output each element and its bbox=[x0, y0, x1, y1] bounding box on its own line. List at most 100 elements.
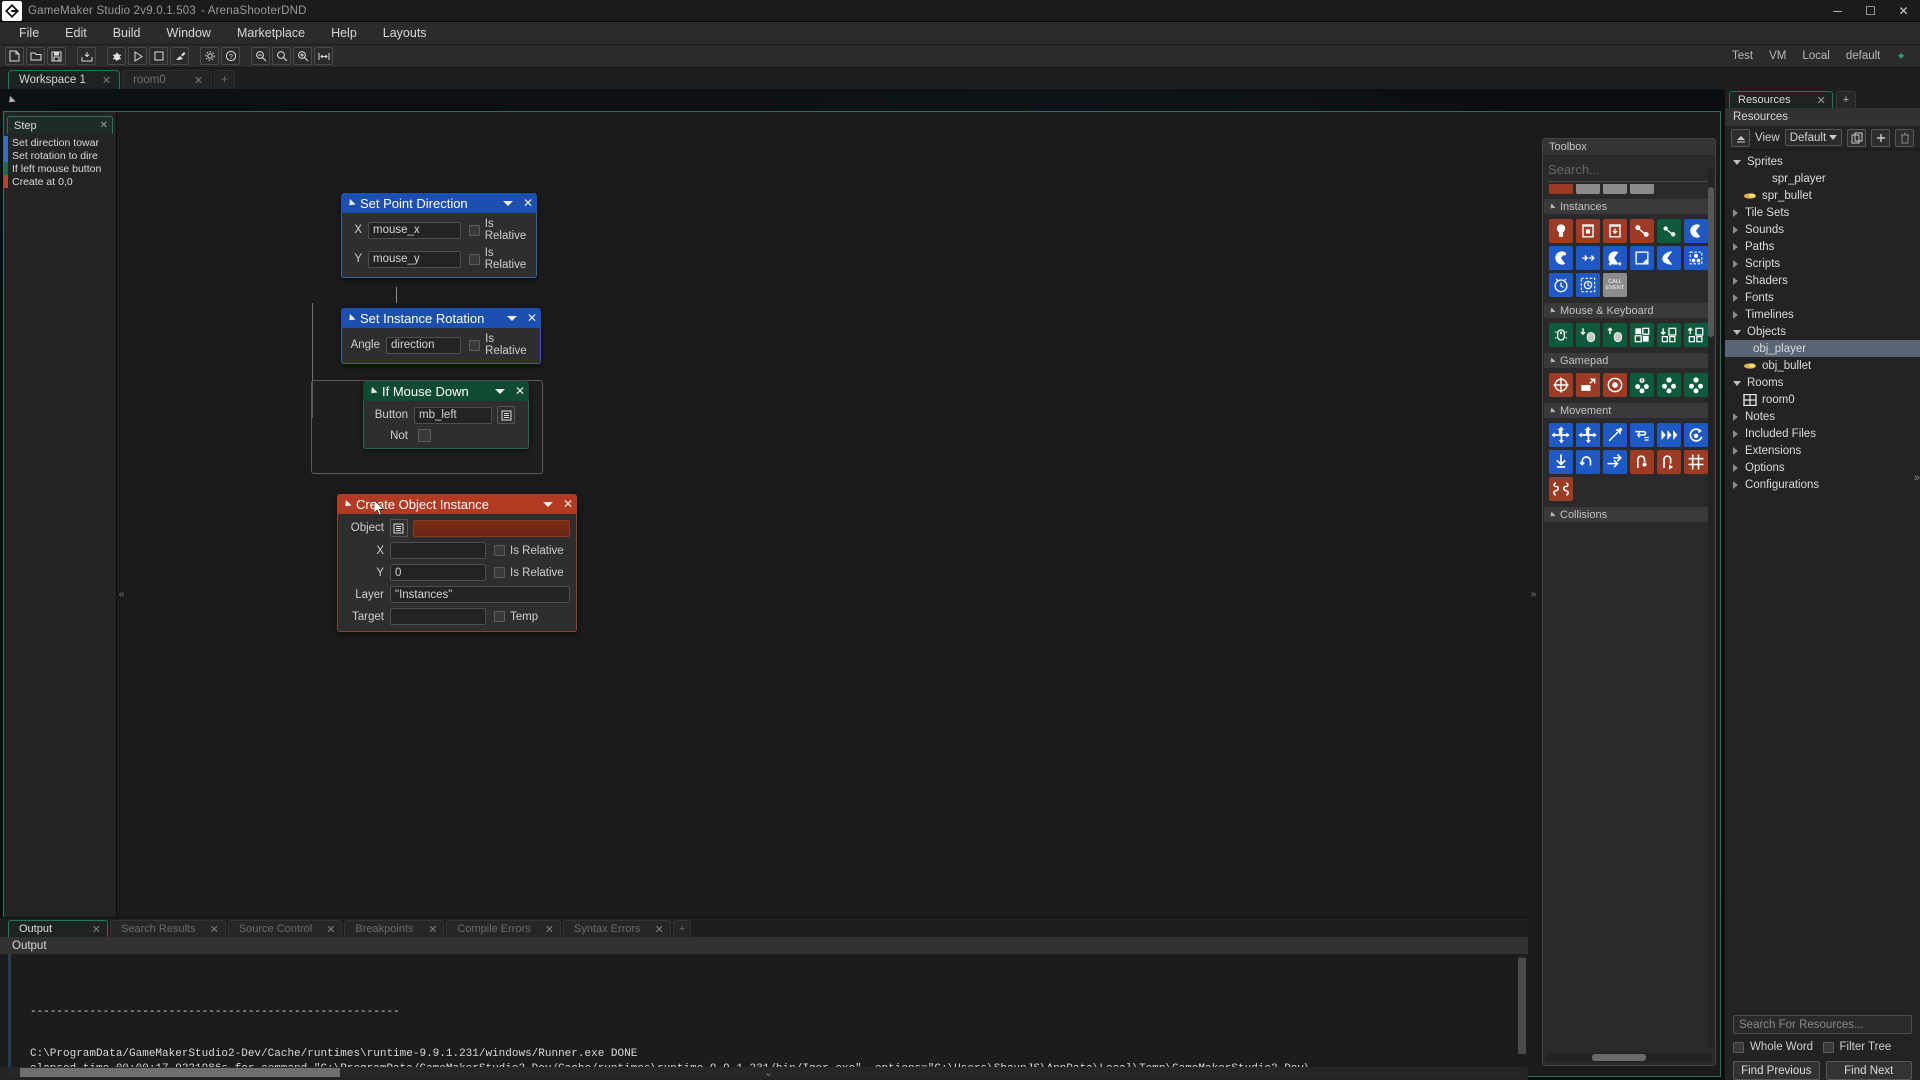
output-tab-syntax-errors[interactable]: Syntax Errors ✕ bbox=[562, 920, 671, 937]
alarm-icon[interactable] bbox=[1549, 273, 1573, 297]
block-set-instance-rotation[interactable]: Set Instance Rotation ✕ Angle direction … bbox=[341, 308, 541, 364]
toolbox-section-movement[interactable]: Movement bbox=[1544, 403, 1714, 418]
move-free-icon[interactable] bbox=[1576, 423, 1600, 447]
gamepad-axis-icon[interactable] bbox=[1549, 373, 1573, 397]
action-tree-row-3[interactable]: Create at 0,0 bbox=[4, 175, 116, 188]
temp-checkbox[interactable]: Temp bbox=[494, 611, 538, 623]
tab-close-icon[interactable]: ✕ bbox=[312, 923, 335, 936]
jump-to-start-icon[interactable] bbox=[1630, 450, 1654, 474]
tab-close-icon[interactable]: ✕ bbox=[1817, 94, 1826, 107]
stop-icon[interactable] bbox=[149, 47, 168, 65]
block-if-mouse-down[interactable]: If Mouse Down ✕ Button mb_left Not bbox=[363, 381, 529, 449]
menu-item-help[interactable]: Help bbox=[318, 22, 370, 45]
x-input[interactable]: mouse_x bbox=[368, 221, 461, 239]
checkbox-icon[interactable] bbox=[1733, 1041, 1744, 1053]
partial-icon[interactable] bbox=[1576, 184, 1600, 194]
resource-item-extensions[interactable]: Extensions bbox=[1725, 442, 1920, 459]
y-input[interactable]: 0 bbox=[390, 564, 486, 581]
object-input[interactable] bbox=[412, 519, 570, 537]
jump-random-icon[interactable] bbox=[1657, 450, 1681, 474]
run-icon[interactable] bbox=[128, 47, 147, 65]
chevron-down-icon[interactable] bbox=[1829, 135, 1837, 140]
resource-item-room0[interactable]: room0 bbox=[1725, 391, 1920, 408]
menu-item-window[interactable]: Window bbox=[154, 22, 224, 45]
resource-item-options[interactable]: Options bbox=[1725, 459, 1920, 476]
open-folder-icon[interactable] bbox=[26, 47, 45, 65]
debug-icon[interactable] bbox=[107, 47, 126, 65]
resource-item-notes[interactable]: Notes bbox=[1725, 408, 1920, 425]
resource-item-rooms[interactable]: Rooms bbox=[1725, 374, 1920, 391]
speed-icon[interactable] bbox=[1657, 423, 1681, 447]
is-relative-checkbox[interactable]: Is Relative bbox=[494, 545, 564, 557]
resource-item-included-files[interactable]: Included Files bbox=[1725, 425, 1920, 442]
checkbox-icon[interactable] bbox=[494, 567, 505, 578]
chevron-right-icon[interactable] bbox=[1733, 463, 1738, 472]
change-instance-icon[interactable] bbox=[1630, 219, 1654, 243]
chevron-right-icon[interactable] bbox=[1733, 412, 1738, 421]
workspace-tab-1[interactable]: room0 ✕ bbox=[122, 70, 213, 89]
workspace-tab-0[interactable]: Workspace 1 ✕ bbox=[8, 70, 121, 89]
with-instance-icon[interactable] bbox=[1576, 246, 1600, 270]
move-towards-icon[interactable] bbox=[1603, 423, 1627, 447]
chevron-down-icon[interactable] bbox=[1733, 160, 1741, 165]
tab-close-icon[interactable]: ✕ bbox=[78, 923, 101, 936]
is-relative-checkbox[interactable]: Is Relative bbox=[468, 218, 530, 242]
block-header[interactable]: Set Point Direction ✕ bbox=[341, 193, 537, 213]
collapse-triangle-icon[interactable] bbox=[342, 499, 352, 509]
gamepad-button-down-icon[interactable] bbox=[1630, 373, 1654, 397]
partial-icon[interactable] bbox=[1549, 184, 1573, 194]
move-fixed-icon[interactable] bbox=[1549, 423, 1573, 447]
chevron-down-icon[interactable] bbox=[502, 200, 513, 206]
gamepad-set-icon[interactable] bbox=[1576, 373, 1600, 397]
block-close-icon[interactable]: ✕ bbox=[563, 497, 573, 511]
toolbox-section-gamepad[interactable]: Gamepad bbox=[1544, 353, 1714, 368]
block-header[interactable]: If Mouse Down ✕ bbox=[363, 381, 529, 401]
zoom-reset-icon[interactable] bbox=[272, 47, 291, 65]
y-input[interactable]: mouse_y bbox=[368, 250, 461, 268]
x-input[interactable] bbox=[390, 542, 486, 559]
pin-icon[interactable]: ✦ bbox=[1896, 49, 1906, 63]
mouse-pressed-icon[interactable] bbox=[1576, 323, 1600, 347]
resource-item-obj-bullet[interactable]: obj_bullet bbox=[1725, 357, 1920, 374]
partial-icon[interactable] bbox=[1630, 184, 1654, 194]
scrollbar-thumb[interactable] bbox=[1592, 1054, 1646, 1061]
collapse-triangle-icon[interactable] bbox=[346, 313, 356, 323]
sprite-depth-icon[interactable] bbox=[1630, 246, 1654, 270]
chevron-right-icon[interactable] bbox=[1733, 293, 1738, 302]
toolbar-status-default[interactable]: default bbox=[1846, 50, 1881, 62]
path-icon[interactable] bbox=[1549, 477, 1573, 501]
action-tree-row-0[interactable]: Set direction towar bbox=[4, 136, 116, 149]
menu-item-layouts[interactable]: Layouts bbox=[370, 22, 440, 45]
resource-item-sprites[interactable]: Sprites bbox=[1725, 153, 1920, 170]
output-tab-breakpoints[interactable]: Breakpoints ✕ bbox=[344, 920, 445, 937]
toolbar-status-vm[interactable]: VM bbox=[1769, 50, 1786, 62]
if-instance-exists-icon[interactable] bbox=[1657, 219, 1681, 243]
collapse-triangle-icon[interactable] bbox=[1548, 202, 1556, 211]
resource-item-spr-bullet[interactable]: spr_bullet bbox=[1725, 187, 1920, 204]
zoom-out-icon[interactable] bbox=[251, 47, 270, 65]
add-icon[interactable] bbox=[1871, 128, 1890, 147]
menu-list-icon[interactable] bbox=[497, 406, 515, 424]
collapse-triangle-icon[interactable] bbox=[1548, 510, 1556, 519]
chevron-right-icon[interactable] bbox=[1733, 242, 1738, 251]
chevron-right-icon[interactable] bbox=[1733, 429, 1738, 438]
help-icon[interactable]: ? bbox=[221, 47, 240, 65]
action-tree-row-1[interactable]: Set rotation to dire bbox=[4, 149, 116, 162]
resources-search-input[interactable]: Search For Resources... bbox=[1733, 1015, 1912, 1034]
toolbox-section-collisions[interactable]: Collisions bbox=[1544, 507, 1714, 522]
minimize-button[interactable]: ─ bbox=[1821, 0, 1854, 22]
block-create-object-instance[interactable]: Create Object Instance ✕ Object X Is Rel… bbox=[337, 494, 577, 632]
resources-tree[interactable]: Sprites spr_player spr_bullet Tile Sets Soun… bbox=[1725, 150, 1920, 1009]
collapse-triangle-icon[interactable] bbox=[1548, 356, 1556, 365]
mouse-check-icon[interactable] bbox=[1549, 323, 1573, 347]
tab-resources[interactable]: Resources ✕ bbox=[1729, 91, 1833, 108]
instance-group-icon[interactable] bbox=[1684, 246, 1708, 270]
preferences-gear-icon[interactable] bbox=[200, 47, 219, 65]
toolbox-search-input[interactable] bbox=[1548, 162, 1715, 177]
mouse-released-icon[interactable] bbox=[1603, 323, 1627, 347]
toolbox-horizontal-scrollbar[interactable] bbox=[1546, 1053, 1712, 1062]
instance-scale-icon[interactable] bbox=[1603, 246, 1627, 270]
not-checkbox-icon[interactable] bbox=[418, 429, 431, 442]
tab-close-icon[interactable]: ✕ bbox=[414, 923, 437, 936]
is-relative-checkbox[interactable]: Is Relative bbox=[494, 567, 564, 579]
